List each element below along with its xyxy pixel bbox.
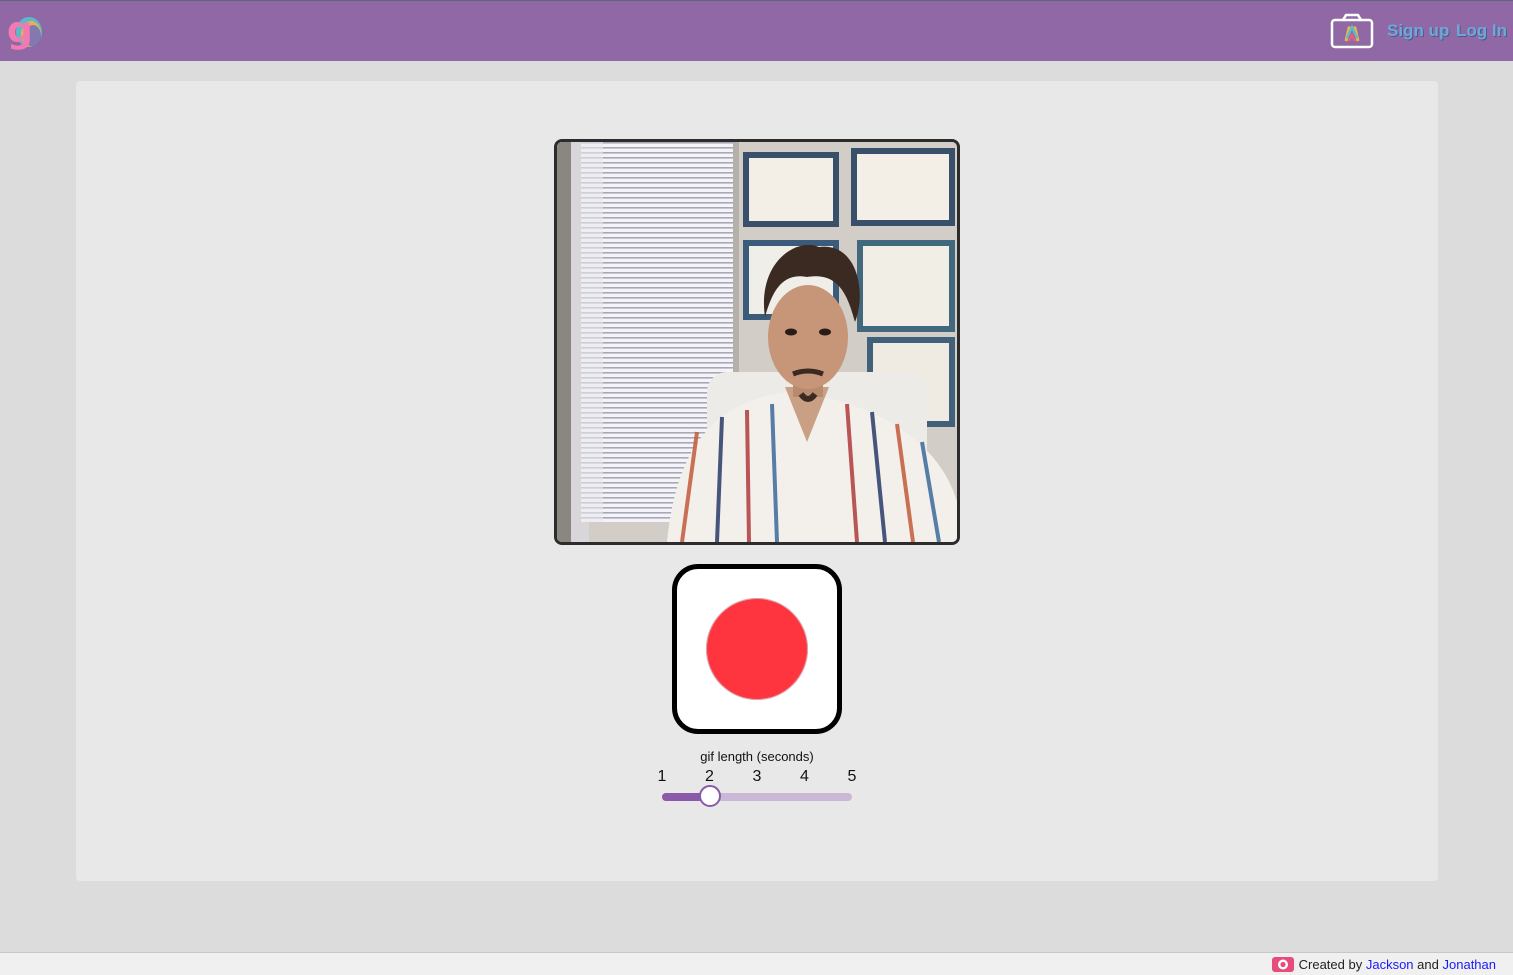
author-link-jonathan[interactable]: Jonathan: [1443, 957, 1497, 972]
record-button[interactable]: [672, 564, 842, 734]
gif-length-slider-thumb[interactable]: [698, 785, 721, 807]
camera-icon[interactable]: [1330, 13, 1374, 49]
record-icon: [706, 598, 808, 700]
gif-length-label: gif length (seconds): [700, 749, 814, 764]
footer: Created by Jackson and Jonathan: [0, 952, 1513, 975]
webcam-image: [557, 142, 957, 542]
svg-text:g: g: [7, 10, 33, 51]
slider-tick-3: 3: [752, 768, 762, 785]
github-icon[interactable]: [1271, 957, 1294, 972]
author-link-jackson[interactable]: Jackson: [1366, 957, 1414, 972]
slider-tick-2: 2: [705, 768, 714, 785]
gif-length-slider-track[interactable]: [662, 793, 852, 801]
slider-tick-5: 5: [847, 768, 857, 785]
signup-link[interactable]: Sign up: [1387, 21, 1449, 41]
footer-conjunction: and: [1417, 957, 1439, 972]
slider-tick-4: 4: [800, 768, 809, 785]
login-link[interactable]: Log In: [1456, 21, 1507, 41]
footer-prefix: Created by: [1298, 957, 1363, 972]
webcam-preview: [554, 139, 960, 545]
gif-logo-icon[interactable]: g: [6, 8, 46, 54]
footer-credits: Created by Jackson and Jonathan: [1271, 957, 1497, 972]
top-nav-bar: g Sign up Log In: [0, 0, 1513, 61]
slider-tick-1: 1: [657, 768, 667, 785]
